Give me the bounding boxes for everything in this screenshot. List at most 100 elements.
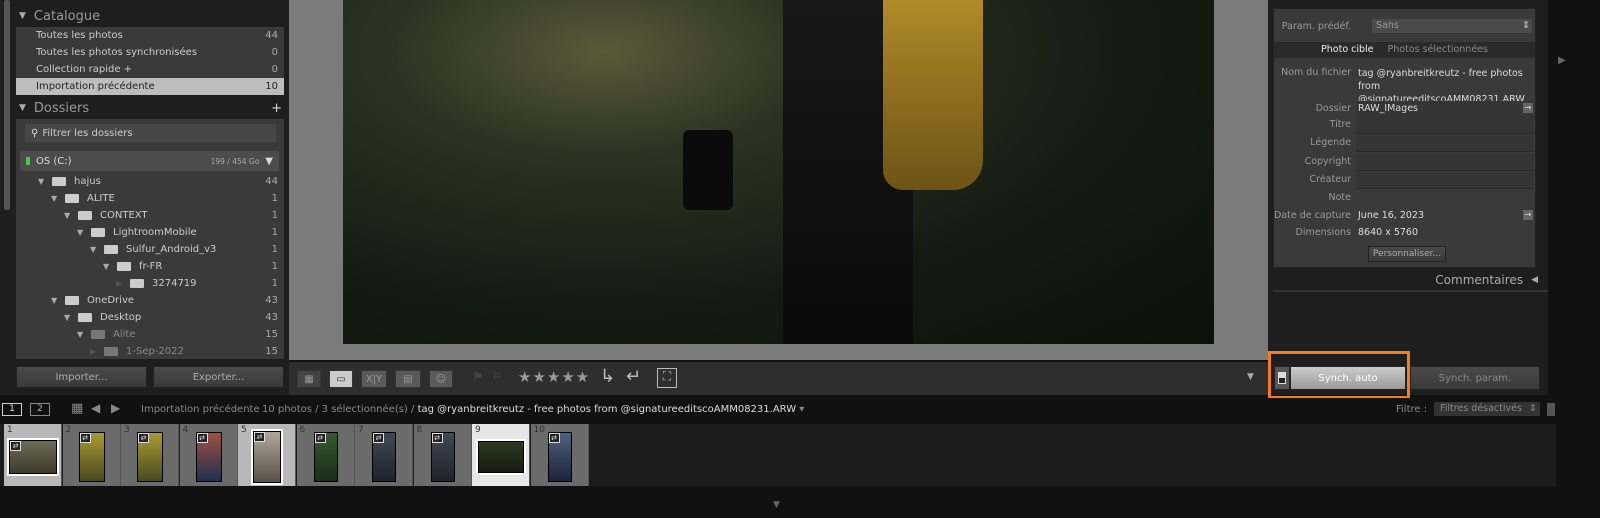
expand-triangle-icon[interactable]: ▼ <box>51 194 65 203</box>
filmstrip-thumbnail[interactable]: 6 ⇄ <box>296 424 355 486</box>
survey-view-icon[interactable]: ▤ <box>395 370 421 388</box>
folder-filter-input[interactable]: ⚲ Filtrer les dossiers <box>25 124 276 142</box>
people-view-icon[interactable]: ☺ <box>429 370 453 388</box>
metadata-field[interactable] <box>1356 172 1534 189</box>
screen-2-button[interactable]: 2 <box>30 403 50 416</box>
tab-target-photo[interactable]: Photo cible <box>1321 42 1374 58</box>
crop-face-icon[interactable]: ⛶ <box>657 368 677 388</box>
expand-triangle-icon[interactable]: ▼ <box>64 211 78 220</box>
folder-icon <box>78 313 92 322</box>
metadata-field[interactable] <box>1356 117 1534 134</box>
folder-row[interactable]: ▼ OneDrive 43 <box>16 292 284 309</box>
metadata-field[interactable] <box>1356 135 1534 152</box>
main-photo[interactable] <box>343 0 1214 344</box>
folder-tree: ▼ hajus 44 ▼ ALITE 1 ▼ CONTEXT 1 ▼ LightroomMobile… <box>16 173 284 360</box>
rotate-left-icon[interactable]: ↳ <box>600 366 615 387</box>
folder-row[interactable]: ▼ CONTEXT 1 <box>16 207 284 224</box>
expand-triangle-icon[interactable]: ▼ <box>64 313 78 322</box>
metadata-label: Légende <box>1310 137 1351 148</box>
preset-select[interactable]: Sans ⇕ <box>1372 19 1532 33</box>
metadata-value[interactable]: RAW_IMages <box>1358 103 1418 114</box>
filmstrip-info[interactable]: 10 photos / 3 sélectionnée(s) / tag @rya… <box>262 404 804 415</box>
folder-row[interactable]: ▶ 3274719 1 <box>16 275 284 292</box>
add-folder-icon[interactable]: + <box>271 101 282 116</box>
filmstrip-thumbnail[interactable]: 3 ⇄ <box>121 424 179 486</box>
grid-view-icon[interactable]: ▦ <box>297 370 321 388</box>
toolbar-menu-icon[interactable]: ▼ <box>1247 372 1254 382</box>
filmstrip-thumbnail[interactable]: 1 ⇄ <box>4 424 62 486</box>
folder-row[interactable]: ▼ Sulfur_Android_v3 1 <box>16 241 284 258</box>
star-rating[interactable]: ★★★★★ <box>518 368 590 386</box>
left-scrollbar[interactable] <box>4 0 10 210</box>
compare-view-icon[interactable]: X|Y <box>361 370 387 388</box>
filter-select[interactable]: Filtres désactivés ⇕ <box>1434 402 1540 416</box>
filmstrip-thumbnail[interactable]: 10 ⇄ <box>530 424 589 486</box>
volume-status-icon <box>26 157 30 165</box>
right-panel-toggle-icon[interactable]: ▶ <box>1558 55 1566 66</box>
folder-icon <box>91 228 105 237</box>
expand-triangle-icon[interactable]: ▼ <box>38 177 52 186</box>
catalogue-item[interactable]: Collection rapide +0 <box>16 61 284 78</box>
filmstrip-thumbnail[interactable]: 2 ⇄ <box>62 424 121 486</box>
catalogue-item[interactable]: Toutes les photos synchronisées 0 <box>16 44 284 61</box>
folder-icon <box>91 330 105 339</box>
filter-lock-icon[interactable] <box>1547 403 1555 416</box>
folder-row[interactable]: ▼ Desktop 43 <box>16 309 284 326</box>
folders-header[interactable]: ▼ Dossiers + <box>14 97 286 119</box>
source-label[interactable]: Importation précédente <box>141 404 260 415</box>
go-arrow-icon[interactable]: → <box>1523 103 1533 113</box>
filmstrip-thumbnail[interactable]: 8 ⇄ <box>413 424 472 486</box>
folder-row[interactable]: ▼ LightroomMobile 1 <box>16 224 284 241</box>
sync-settings-button[interactable]: Synch. param. <box>1410 366 1540 390</box>
filmstrip-thumbnail[interactable]: 9 <box>472 424 530 486</box>
metadata-field[interactable] <box>1356 154 1534 171</box>
catalogue-header[interactable]: ▼ Catalogue <box>14 5 286 27</box>
forward-arrow-icon[interactable]: ▶ <box>111 401 120 415</box>
metadata-label: Titre <box>1329 119 1351 130</box>
folder-row[interactable]: ▶ 1-Sep-2022 15 <box>16 343 284 360</box>
expand-triangle-icon[interactable]: ▼ <box>103 262 117 271</box>
folder-row[interactable]: ▼ ALITE 1 <box>16 190 284 207</box>
import-button[interactable]: Importer... <box>16 366 147 388</box>
export-button[interactable]: Exporter... <box>153 366 284 388</box>
filmstrip-thumbnail[interactable]: 7 ⇄ <box>355 424 413 486</box>
comments-header[interactable]: Commentaires ◀ <box>1273 270 1548 292</box>
screen-1-button[interactable]: 1 <box>2 403 22 416</box>
customize-button[interactable]: Personnaliser... <box>1368 246 1446 262</box>
catalogue-item[interactable]: Toutes les photos 44 <box>16 27 284 44</box>
yellow-backpack <box>883 0 983 190</box>
filmstrip-thumbnail[interactable]: 4 ⇄ <box>179 424 238 486</box>
expand-triangle-icon[interactable]: ▼ <box>90 245 104 254</box>
tab-selected-photos[interactable]: Photos sélectionnées <box>1388 42 1488 58</box>
filmstrip-thumbnail[interactable]: 5 ⇄ <box>238 424 296 486</box>
back-arrow-icon[interactable]: ◀ <box>91 401 100 415</box>
metadata-label: Dossier <box>1315 103 1351 114</box>
folder-row[interactable]: ▼ fr-FR 1 <box>16 258 284 275</box>
loupe-view-icon[interactable]: ▭ <box>329 370 353 388</box>
filmstrip-toggle-icon[interactable]: ▼ <box>773 500 780 510</box>
filmstrip-bar: 1 2 ▦ ◀ ▶ Importation précédente 10 phot… <box>0 398 1600 422</box>
leaf-triangle-icon[interactable]: ▶ <box>116 279 130 288</box>
volume-row[interactable]: OS (C:) 199 / 454 Go ▼ <box>20 151 279 171</box>
folders-panel: ⚲ Filtrer les dossiers OS (C:) 199 / 454 … <box>16 119 284 359</box>
expand-triangle-icon[interactable]: ▼ <box>77 330 91 339</box>
volume-menu-icon[interactable]: ▼ <box>265 156 273 167</box>
expand-triangle-icon[interactable]: ▼ <box>77 228 91 237</box>
expand-triangle-icon[interactable]: ▼ <box>51 296 65 305</box>
catalogue-list: Toutes les photos 44 Toutes les photos sy… <box>16 27 284 95</box>
folder-row[interactable]: ▼ Alite 15 <box>16 326 284 343</box>
catalogue-item-selected[interactable]: Importation précédente 10 <box>16 78 284 95</box>
select-stepper-icon: ⇕ <box>1522 20 1530 31</box>
rotate-right-icon[interactable]: ↵ <box>626 366 641 387</box>
folder-row[interactable]: ▼ hajus 44 <box>16 173 284 190</box>
grid-icon[interactable]: ▦ <box>71 401 83 416</box>
sync-badge-icon: ⇄ <box>10 441 21 451</box>
folder-icon <box>65 194 79 203</box>
flag-icon[interactable]: ⚑ <box>472 370 484 385</box>
collapse-triangle-icon: ▼ <box>19 103 26 113</box>
reject-flag-icon[interactable]: ⚐ <box>492 370 502 383</box>
folder-icon <box>65 296 79 305</box>
leaf-triangle-icon[interactable]: ▶ <box>90 347 104 356</box>
go-arrow-icon[interactable]: → <box>1523 210 1533 220</box>
expand-triangle-icon: ◀ <box>1531 275 1538 285</box>
